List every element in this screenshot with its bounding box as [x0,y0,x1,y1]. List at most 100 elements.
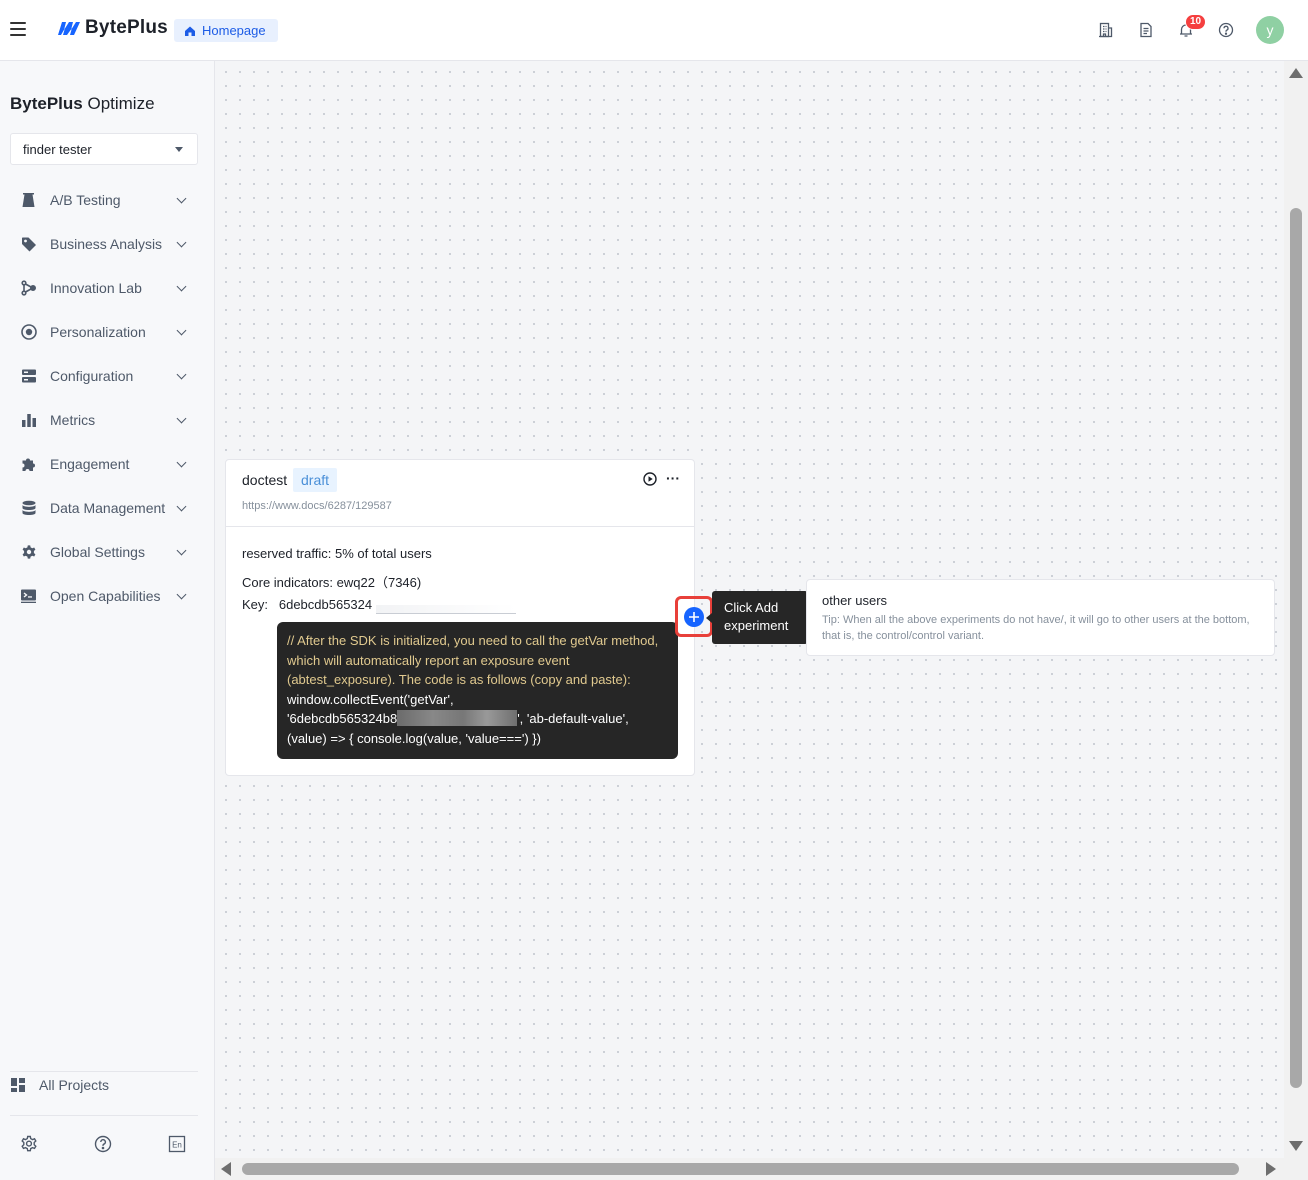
chevron-down-icon [176,325,187,336]
other-users-title: other users [822,593,888,608]
document-icon[interactable] [1136,20,1156,40]
all-projects-link[interactable]: All Projects [10,1077,109,1093]
sidebar-item-label: Metrics [50,412,96,428]
sidebar-item-label: Configuration [50,368,134,384]
product-title: BytePlus Optimize [10,94,155,113]
chevron-down-icon [176,237,187,248]
experiment-card-header: doctest draft https://www.docs/6287/1295… [226,460,694,527]
sidebar-item-label: Business Analysis [50,236,163,252]
scroll-left-icon[interactable] [221,1162,231,1176]
sidebar-item-business-analysis[interactable]: Business Analysis [0,222,215,266]
brand-logo[interactable]: BytePlus [57,17,168,39]
scroll-right-icon[interactable] [1266,1162,1276,1176]
sdk-code-tooltip: // After the SDK is initialized, you nee… [277,622,678,759]
horizontal-scroll-thumb[interactable] [242,1163,1239,1175]
core-indicators: Core indicators: ewq22（7346) [242,575,422,590]
target-icon [20,324,37,341]
sidebar-item-label: A/B Testing [50,192,121,208]
chevron-down-icon [176,545,187,556]
add-experiment-button[interactable] [684,607,704,627]
chevron-down-icon [176,589,187,600]
scrollbar-corner [1284,1158,1308,1180]
sidebar-item-label: Engagement [50,456,130,472]
vertical-scroll-thumb[interactable] [1290,208,1302,1088]
brand-name: BytePlus [85,17,168,38]
terminal-icon [20,588,37,605]
project-select[interactable]: finder tester [10,133,198,165]
chevron-down-icon [176,193,187,204]
sidebar-item-ab-testing[interactable]: A/B Testing [0,178,215,222]
code-line: '6debcdb565324b8 ', 'ab-default-value', [287,710,629,726]
bar-chart-icon [20,412,37,429]
sidebar-item-configuration[interactable]: Configuration [0,354,215,398]
sidebar-item-engagement[interactable]: Engagement [0,442,215,486]
language-icon[interactable]: En [168,1135,186,1153]
header-actions: 10 y [1096,14,1284,44]
sidebar-footer-divider [10,1115,198,1116]
key-redacted [376,605,516,614]
other-users-tip: Tip: When all the above experiments do n… [822,614,1250,642]
branch-icon [20,280,37,297]
chevron-down-icon [176,501,187,512]
other-users-card[interactable]: other users Tip: When all the above expe… [806,579,1275,656]
code-line: (value) => { console.log(value, 'value==… [287,730,541,746]
top-header: BytePlus Homepage 10 y [0,0,1308,61]
play-icon[interactable] [643,472,657,486]
sidebar-item-open-capabilities[interactable]: Open Capabilities [0,574,215,618]
add-experiment-tooltip: Click Add experiment [712,591,808,644]
key-label: Key: [242,597,269,612]
project-select-value: finder tester [23,141,92,157]
code-comment: // After the SDK is initialized, you nee… [287,633,659,687]
building-icon[interactable] [1096,20,1116,40]
gear-icon [20,544,37,561]
chevron-down-icon [176,413,187,424]
puzzle-icon [20,456,37,473]
byteplus-logo-icon [58,22,80,35]
sidebar-item-label: Data Management [50,500,166,516]
sidebar-item-global-settings[interactable]: Global Settings [0,530,215,574]
scroll-down-icon[interactable] [1289,1141,1303,1151]
horizontal-scrollbar[interactable] [215,1158,1284,1180]
sidebar-nav: A/B Testing Business Analysis Innovation… [0,178,215,618]
help-icon[interactable] [94,1135,112,1153]
help-icon[interactable] [1216,20,1236,40]
sidebar-item-label: Open Capabilities [50,588,161,604]
sidebar-item-label: Personalization [50,324,146,340]
sidebar-footer: En [20,1135,186,1153]
flask-icon [20,192,37,209]
experiment-name[interactable]: doctest [242,472,287,488]
chevron-down-icon [176,281,187,292]
sidebar-divider [10,1071,198,1072]
sidebar-item-data-management[interactable]: Data Management [0,486,215,530]
key-value[interactable]: 6debcdb565324 [279,597,372,612]
sidebar-item-label: Innovation Lab [50,280,142,296]
reserved-traffic: reserved traffic: 5% of total users [242,546,432,561]
vertical-scrollbar[interactable] [1284,61,1308,1158]
sidebar-item-personalization[interactable]: Personalization [0,310,215,354]
menu-icon[interactable] [10,22,26,36]
homepage-label: Homepage [202,23,266,38]
server-icon [20,368,37,385]
more-options-icon[interactable]: ··· [666,470,680,486]
home-icon [185,26,195,36]
chevron-down-icon [176,369,187,380]
user-avatar[interactable]: y [1256,16,1284,44]
status-badge: draft [293,468,338,492]
database-icon [20,500,37,517]
sidebar-item-label: Global Settings [50,544,145,560]
chevron-down-icon [176,457,187,468]
sidebar: BytePlus Optimize finder tester A/B Test… [0,61,215,1180]
sidebar-item-metrics[interactable]: Metrics [0,398,215,442]
experiment-key[interactable]: Key: 6debcdb565324 [242,597,372,612]
bell-icon[interactable]: 10 [1176,14,1207,40]
all-projects-label: All Projects [39,1077,110,1093]
code-line: window.collectEvent('getVar', [287,691,454,707]
grid-icon [11,1078,25,1092]
redacted-key [397,710,518,726]
scroll-up-icon[interactable] [1289,68,1303,78]
plus-icon [689,612,699,622]
sidebar-item-innovation-lab[interactable]: Innovation Lab [0,266,215,310]
tag-icon [20,236,37,253]
homepage-breadcrumb[interactable]: Homepage [174,19,278,42]
settings-icon[interactable] [20,1135,38,1153]
